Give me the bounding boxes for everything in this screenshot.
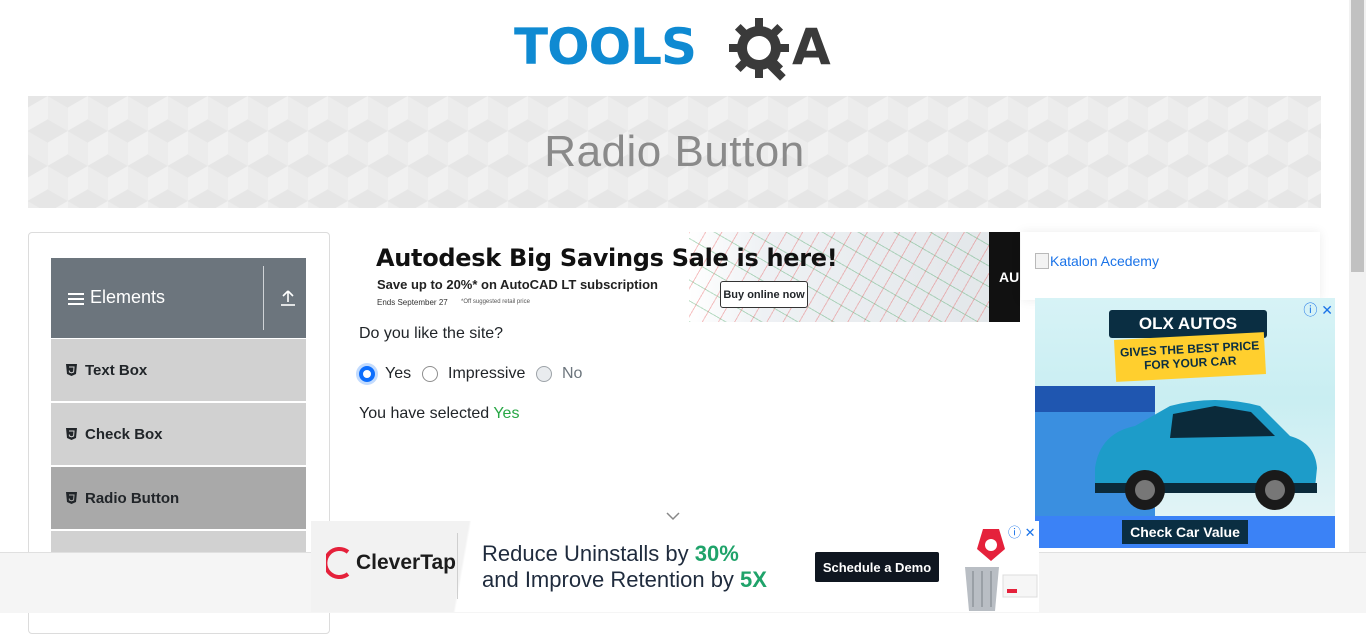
selection-result: You have selected Yes — [359, 405, 519, 423]
schedule-demo-button[interactable]: Schedule a Demo — [815, 552, 939, 582]
ad-line-2-value: 5X — [740, 567, 767, 592]
page-banner: Radio Button — [28, 96, 1321, 208]
cta-label: Check Car Value — [1122, 520, 1248, 544]
clevertap-logo: CleverTap — [326, 546, 456, 580]
radio-circle[interactable] — [422, 366, 438, 382]
sidebar-item-label: Text Box — [85, 361, 148, 379]
radio-label[interactable]: Impressive — [448, 365, 525, 383]
radio-label[interactable]: Yes — [385, 365, 411, 383]
clevertap-brand: CleverTap — [356, 551, 456, 574]
ad-subtitle: Save up to 20%* on AutoCAD LT subscripti… — [377, 277, 658, 292]
collapse-upload-icon[interactable] — [273, 282, 303, 314]
ad-ends-date: Ends September 27 — [377, 298, 448, 307]
radio-circle — [536, 366, 552, 382]
sidebar-group-elements[interactable]: Elements — [51, 258, 306, 338]
katalon-link[interactable]: Katalon Acedemy — [1035, 253, 1159, 269]
katalon-alt-text: Katalon Acedemy — [1050, 253, 1159, 269]
broken-image-icon — [1035, 253, 1049, 269]
radio-impressive[interactable]: Impressive — [422, 364, 525, 384]
page-scrollbar[interactable] — [1349, 0, 1366, 552]
check-car-value-button[interactable]: Check Car Value — [1035, 516, 1335, 548]
sidebar-item-label: Check Box — [85, 425, 163, 443]
radio-no: No — [536, 364, 582, 384]
radio-yes[interactable]: Yes — [359, 364, 411, 384]
svg-text:TOOLS: TOOLS — [514, 18, 696, 76]
sidebar-item-check-box[interactable]: Check Box — [51, 402, 306, 466]
html5-icon — [66, 428, 77, 440]
result-prefix: You have selected — [359, 405, 494, 422]
katalon-ad[interactable]: Katalon Acedemy — [1021, 232, 1320, 300]
clevertap-ad[interactable]: CleverTap Reduce Uninstalls by 30% and I… — [311, 521, 1039, 612]
menu-icon — [68, 293, 84, 305]
autodesk-ad[interactable]: Autodesk Big Savings Sale is here! Save … — [359, 232, 1020, 322]
scrollbar-thumb[interactable] — [1351, 0, 1364, 272]
radio-question: Do you like the site? — [359, 325, 504, 342]
page-title: Radio Button — [544, 127, 805, 176]
sidebar-group-title: Elements — [90, 287, 166, 307]
html5-icon — [66, 492, 77, 504]
ad-title: Autodesk Big Savings Sale is here! — [376, 244, 838, 272]
ad-line-1-value: 30% — [694, 541, 739, 566]
car-image — [1095, 400, 1317, 510]
ad-line-1: Reduce Uninstalls by 30% — [482, 541, 739, 567]
radio-circle[interactable] — [359, 366, 375, 382]
sidebar-item-text-box[interactable]: Text Box — [51, 338, 306, 402]
olx-autos-ad[interactable]: ⓘ ✕ OLX AUTOS GIVES THE BEST PRICE FOR Y… — [1035, 298, 1335, 548]
adchoices-icon[interactable]: ⓘ ✕ — [1008, 522, 1036, 541]
radio-label: No — [562, 365, 583, 382]
clevertap-c-icon — [326, 547, 350, 579]
ad-footnote: *Off suggested retail price — [461, 299, 530, 305]
toolsqa-logo[interactable]: TOOLS A — [514, 12, 838, 86]
result-value: Yes — [493, 405, 520, 422]
adchoices-icon[interactable]: ⓘ ✕ — [1303, 300, 1333, 320]
sidebar-item-radio-button[interactable]: Radio Button — [51, 466, 306, 530]
html5-icon — [66, 364, 77, 376]
ad-line-2: and Improve Retention by 5X — [482, 567, 767, 593]
sidebar-item-label: Radio Button — [85, 489, 180, 507]
buy-online-button[interactable]: Buy online now — [720, 281, 808, 308]
olx-tagline: GIVES THE BEST PRICE FOR YOUR CAR — [1114, 332, 1266, 382]
svg-text:A: A — [792, 18, 831, 76]
divider — [457, 533, 458, 599]
divider — [263, 266, 264, 330]
ad-line-1-text: Reduce Uninstalls by — [482, 541, 695, 566]
ad-edge-text: AU — [989, 232, 1020, 322]
ad-line-2-text: and Improve Retention by — [482, 567, 741, 592]
